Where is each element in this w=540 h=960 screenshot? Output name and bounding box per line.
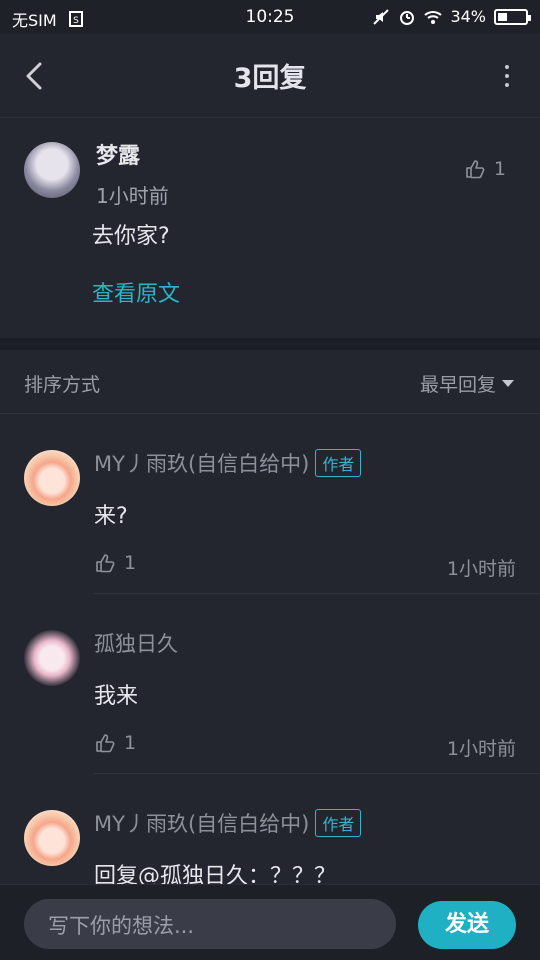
comment-composer: 写下你的想法... 发送 — [0, 884, 540, 960]
like-count: 1 — [124, 552, 137, 574]
thumbs-up-icon — [466, 160, 485, 179]
like-button[interactable]: 1 — [464, 158, 506, 180]
alarm-icon — [400, 10, 415, 25]
more-options-icon[interactable] — [500, 62, 514, 90]
author-name: 孤独日久 — [94, 632, 178, 656]
reply-item[interactable]: 孤独日久 我来 1 1小时前 — [0, 594, 540, 774]
post-time: 1小时前 — [96, 184, 169, 208]
battery-level-fill — [498, 12, 507, 21]
send-button[interactable]: 发送 — [418, 901, 516, 949]
sort-label: 排序方式 — [24, 374, 101, 396]
comment-text: 去你家? — [92, 224, 170, 249]
comment-input[interactable]: 写下你的想法... — [24, 899, 396, 949]
author-name: MY丿雨玖(自信白给中) — [94, 452, 310, 476]
like-button[interactable]: 1 — [94, 552, 136, 574]
reply-author[interactable]: MY丿雨玖(自信白给中) 作者 — [94, 448, 362, 478]
sort-dropdown[interactable]: 最早回复 — [420, 370, 514, 397]
reply-text: 来? — [94, 504, 128, 529]
view-original-link[interactable]: 查看原文 — [92, 276, 180, 308]
reply-text: 我来 — [94, 684, 139, 709]
page-title: 3回复 — [233, 63, 307, 94]
sort-bar: 排序方式 最早回复 — [0, 350, 540, 414]
section-divider — [0, 338, 540, 350]
status-right: 34% — [372, 7, 531, 26]
reply-time: 1小时前 — [446, 738, 516, 760]
author-badge: 作者 — [315, 809, 362, 837]
like-count: 1 — [124, 732, 137, 754]
chevron-down-icon — [502, 380, 514, 387]
wifi-icon — [424, 10, 443, 24]
original-comment: 梦露 1小时前 1 去你家? 查看原文 — [0, 118, 540, 338]
avatar[interactable] — [24, 450, 80, 506]
battery-percent: 34% — [450, 7, 486, 26]
mute-icon — [373, 8, 390, 25]
like-count: 1 — [493, 158, 506, 180]
reply-author[interactable]: 孤独日久 — [94, 628, 178, 658]
avatar[interactable] — [24, 630, 80, 686]
reply-item[interactable]: MY丿雨玖(自信白给中) 作者 来? 1 1小时前 — [0, 414, 540, 594]
header-bar: 3回复 — [0, 34, 540, 118]
thumbs-up-icon — [96, 554, 115, 573]
sort-selected: 最早回复 — [419, 374, 496, 396]
battery-icon — [494, 8, 531, 25]
avatar[interactable] — [24, 142, 80, 198]
avatar[interactable] — [24, 810, 80, 866]
author-name: MY丿雨玖(自信白给中) — [94, 812, 310, 836]
like-button[interactable]: 1 — [94, 732, 136, 754]
thumbs-up-icon — [96, 734, 115, 753]
reply-time: 1小时前 — [446, 558, 516, 580]
author-badge: 作者 — [315, 449, 362, 477]
status-bar: 无SIM S 10:25 34% — [0, 0, 540, 34]
reply-author[interactable]: MY丿雨玖(自信白给中) 作者 — [94, 808, 362, 838]
author-name[interactable]: 梦露 — [96, 138, 140, 170]
